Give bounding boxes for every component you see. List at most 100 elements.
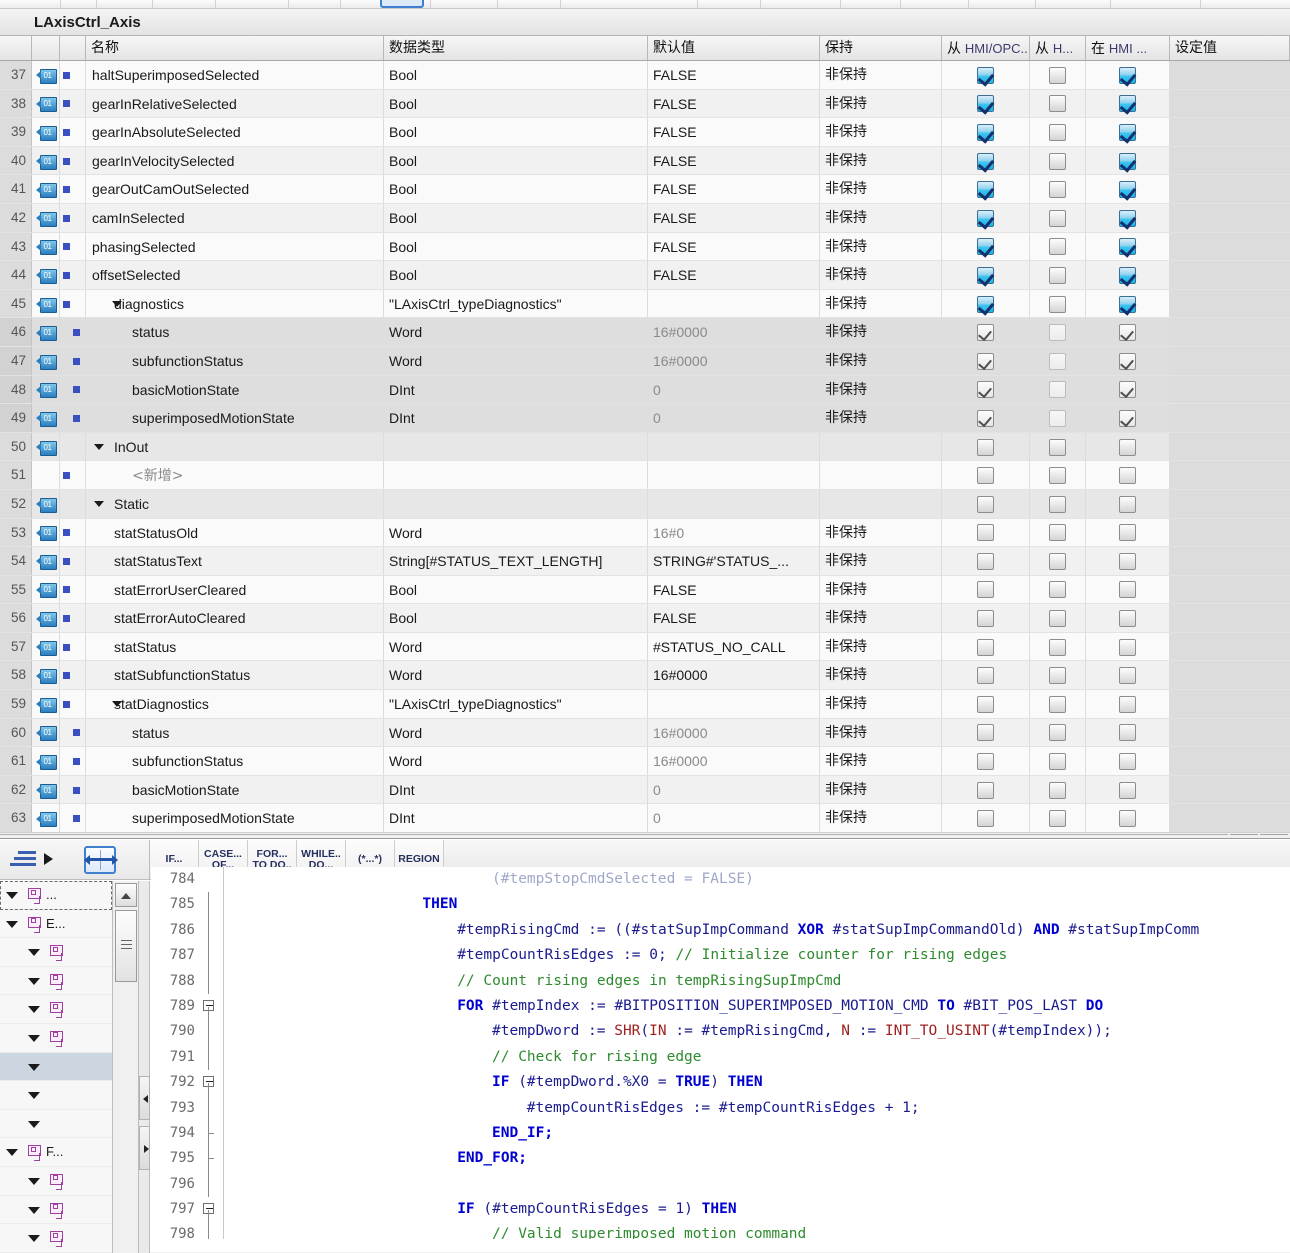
table-row[interactable]: 4601statusWord16#0000非保持 bbox=[0, 318, 1290, 347]
cell-name[interactable]: superimposedMotionState bbox=[86, 404, 384, 432]
cell-visible-in-hmi[interactable] bbox=[1086, 118, 1170, 146]
chevron-down-icon[interactable] bbox=[28, 1035, 40, 1042]
cell-retain[interactable]: 非保持 bbox=[820, 690, 942, 718]
cell-default-value[interactable]: FALSE bbox=[648, 61, 820, 89]
checkbox-icon[interactable] bbox=[1049, 210, 1066, 227]
code-line[interactable]: 796 bbox=[151, 1172, 1290, 1197]
editor-splitter-column[interactable] bbox=[139, 881, 150, 1253]
row-marker-cell[interactable] bbox=[60, 776, 86, 804]
code-fold-gutter[interactable] bbox=[201, 1096, 223, 1121]
row-number[interactable]: 39 bbox=[0, 118, 32, 146]
cell-datatype[interactable]: Bool bbox=[384, 61, 648, 89]
row-number[interactable]: 46 bbox=[0, 318, 32, 346]
cell-name[interactable]: haltSuperimposedSelected bbox=[86, 61, 384, 89]
cell-setpoint[interactable] bbox=[1170, 576, 1290, 604]
cell-default-value[interactable] bbox=[648, 433, 820, 461]
checkbox-icon[interactable] bbox=[1119, 439, 1136, 456]
cell-visible-in-hmi[interactable] bbox=[1086, 661, 1170, 689]
code-line[interactable]: 791// Check for rising edge bbox=[151, 1045, 1290, 1070]
cell-datatype[interactable]: Bool bbox=[384, 576, 648, 604]
code-line[interactable]: 788// Count rising edges in tempRisingSu… bbox=[151, 969, 1290, 994]
cell-retain[interactable]: 非保持 bbox=[820, 290, 942, 318]
cell-accessible-from-hmi[interactable] bbox=[942, 576, 1030, 604]
chevron-down-icon[interactable] bbox=[6, 921, 18, 928]
row-number[interactable]: 44 bbox=[0, 261, 32, 289]
cell-accessible-from-hmi[interactable] bbox=[942, 404, 1030, 432]
checkbox-icon[interactable] bbox=[977, 381, 994, 398]
row-marker-cell[interactable] bbox=[60, 233, 86, 261]
column-header-visible-in-hmi[interactable]: 在 HMI ... bbox=[1086, 36, 1170, 60]
checkbox-icon[interactable] bbox=[1049, 381, 1066, 398]
code-fold-gutter[interactable] bbox=[201, 1222, 223, 1239]
cell-visible-in-hmi[interactable] bbox=[1086, 376, 1170, 404]
cell-retain[interactable] bbox=[820, 490, 942, 518]
checkbox-icon[interactable] bbox=[1119, 467, 1136, 484]
row-marker-cell[interactable] bbox=[60, 147, 86, 175]
cell-setpoint[interactable] bbox=[1170, 747, 1290, 775]
row-tag-cell[interactable]: 01 bbox=[32, 376, 60, 404]
checkbox-icon[interactable] bbox=[1049, 324, 1066, 341]
outline-view-icon[interactable] bbox=[8, 851, 38, 869]
checkbox-icon[interactable] bbox=[977, 296, 994, 313]
code-line[interactable]: 798// Valid superimposed motion command bbox=[151, 1222, 1290, 1239]
cell-retain[interactable]: 非保持 bbox=[820, 547, 942, 575]
cell-writable-from-hmi[interactable] bbox=[1030, 233, 1086, 261]
cell-default-value[interactable]: 16#0000 bbox=[648, 719, 820, 747]
cell-default-value[interactable]: 16#0000 bbox=[648, 318, 820, 346]
table-row[interactable]: 6201basicMotionStateDInt0非保持 bbox=[0, 776, 1290, 805]
cell-visible-in-hmi[interactable] bbox=[1086, 461, 1170, 489]
cell-writable-from-hmi[interactable] bbox=[1030, 175, 1086, 203]
cell-name[interactable]: basicMotionState bbox=[86, 776, 384, 804]
checkbox-icon[interactable] bbox=[1049, 553, 1066, 570]
column-header-accessible-from-hmi[interactable]: 从 HMI/OPC.. bbox=[942, 36, 1030, 60]
row-number[interactable]: 52 bbox=[0, 490, 32, 518]
cell-setpoint[interactable] bbox=[1170, 318, 1290, 346]
checkbox-icon[interactable] bbox=[977, 181, 994, 198]
cell-visible-in-hmi[interactable] bbox=[1086, 347, 1170, 375]
checkbox-icon[interactable] bbox=[977, 553, 994, 570]
cell-writable-from-hmi[interactable] bbox=[1030, 61, 1086, 89]
checkbox-icon[interactable] bbox=[1119, 296, 1136, 313]
cell-default-value[interactable]: FALSE bbox=[648, 147, 820, 175]
cell-name[interactable]: statStatusText bbox=[86, 547, 384, 575]
scl-code-editor[interactable]: IF...CASE...OF...FOR...TO DO..WHILE..DO.… bbox=[0, 838, 1290, 1252]
code-fold-gutter[interactable] bbox=[201, 1121, 223, 1146]
checkbox-icon[interactable] bbox=[977, 439, 994, 456]
row-marker-cell[interactable] bbox=[60, 404, 86, 432]
nav-tree-item[interactable]: ... bbox=[0, 881, 112, 910]
checkbox-icon[interactable] bbox=[977, 353, 994, 370]
cell-setpoint[interactable] bbox=[1170, 519, 1290, 547]
code-line[interactable]: 792IF (#tempDword.%X0 = TRUE) THEN bbox=[151, 1070, 1290, 1095]
cell-visible-in-hmi[interactable] bbox=[1086, 61, 1170, 89]
hscroll-up-button[interactable] bbox=[1230, 834, 1258, 835]
checkbox-icon[interactable] bbox=[1049, 296, 1066, 313]
cell-datatype[interactable]: String[#STATUS_TEXT_LENGTH] bbox=[384, 547, 648, 575]
row-number[interactable]: 58 bbox=[0, 661, 32, 689]
cell-setpoint[interactable] bbox=[1170, 347, 1290, 375]
column-header-marker[interactable] bbox=[60, 36, 86, 60]
checkbox-icon[interactable] bbox=[1119, 581, 1136, 598]
cell-setpoint[interactable] bbox=[1170, 147, 1290, 175]
cell-setpoint[interactable] bbox=[1170, 490, 1290, 518]
cell-name[interactable]: gearOutCamOutSelected bbox=[86, 175, 384, 203]
code-line[interactable]: 786#tempRisingCmd := ((#statSupImpComman… bbox=[151, 918, 1290, 943]
cell-retain[interactable]: 非保持 bbox=[820, 261, 942, 289]
cell-datatype[interactable] bbox=[384, 433, 648, 461]
nav-tree-item[interactable]: F... bbox=[0, 1138, 112, 1167]
checkbox-icon[interactable] bbox=[1119, 553, 1136, 570]
table-row[interactable]: 3901gearInAbsoluteSelectedBoolFALSE非保持 bbox=[0, 118, 1290, 147]
row-tag-cell[interactable]: 01 bbox=[32, 490, 60, 518]
cell-retain[interactable]: 非保持 bbox=[820, 175, 942, 203]
cell-writable-from-hmi[interactable] bbox=[1030, 347, 1086, 375]
row-tag-cell[interactable]: 01 bbox=[32, 318, 60, 346]
cell-retain[interactable]: 非保持 bbox=[820, 147, 942, 175]
row-marker-cell[interactable] bbox=[60, 90, 86, 118]
cell-setpoint[interactable] bbox=[1170, 690, 1290, 718]
checkbox-icon[interactable] bbox=[977, 324, 994, 341]
cell-accessible-from-hmi[interactable] bbox=[942, 747, 1030, 775]
code-fold-gutter[interactable] bbox=[201, 943, 223, 968]
cell-default-value[interactable]: 16#0000 bbox=[648, 347, 820, 375]
row-number[interactable]: 54 bbox=[0, 547, 32, 575]
cell-default-value[interactable]: 0 bbox=[648, 376, 820, 404]
table-row[interactable]: 5601statErrorAutoClearedBoolFALSE非保持 bbox=[0, 604, 1290, 633]
